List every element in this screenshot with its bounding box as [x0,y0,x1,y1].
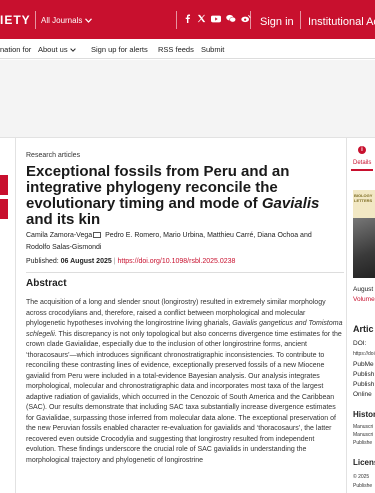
article-title-genus: Gavialis [261,195,320,212]
published-date: 06 August 2025 [60,258,112,265]
author-list: Camila Zamora-Vega Pedro E. Romero, Mario… [26,230,326,254]
all-journals-label: All Journals [41,16,83,25]
history-published: Publishe [353,440,373,446]
nav-item-rss-feeds[interactable]: RSS feeds [158,45,194,54]
doi-link[interactable]: https://doi.org/10.1098/rsbl.2025.0238 [118,258,236,265]
left-panel-accent[interactable] [0,199,8,219]
nav-item-submit[interactable]: Submit [201,45,224,54]
header-divider [176,11,177,29]
journal-cover-image[interactable]: BIOLOGY LETTERS [353,190,375,278]
cover-title: BIOLOGY LETTERS [354,193,373,203]
section-divider [26,272,344,273]
pubmed-label: PubMe [353,361,374,368]
license-heading: Licens [353,458,375,467]
cover-header: BIOLOGY LETTERS [353,190,375,218]
license-published: Publishe [353,483,373,489]
published-print: Publish [353,371,375,378]
facebook-icon[interactable] [183,14,192,23]
header-divider [35,11,36,29]
article-title-text: Exceptional fossils from Peru and an int… [26,163,290,212]
brand-logo-text[interactable]: IETY [0,13,31,27]
twitter-icon[interactable] [197,14,206,23]
manuscript-received: Manuscri [353,424,374,430]
left-side-panel [0,138,16,493]
volume-link[interactable]: Volume [353,296,375,303]
article-title-end: and its kin [26,211,101,228]
article-section-label: Research articles [26,152,81,159]
published-online: Publish [353,381,375,388]
top-header-bar: IETY All Journals Sign in Institutional … [0,0,375,39]
youtube-icon[interactable] [211,15,221,23]
info-icon[interactable]: i [358,146,366,154]
sign-in-link[interactable]: Sign in [260,16,294,28]
all-journals-menu[interactable]: All Journals [41,16,93,25]
social-links [183,14,251,23]
online-issn: Online [353,391,372,398]
cover-photo [353,218,375,278]
left-panel-accent[interactable] [0,175,8,195]
author-link[interactable]: Camila Zamora-Vega [26,232,92,239]
nav-item-about-us[interactable]: About us [38,45,76,54]
nav-item-information-for[interactable]: nation for [0,45,31,54]
nav-item-about-us-label: About us [38,45,68,54]
wechat-icon[interactable] [226,14,236,23]
history-heading: Histor [353,410,375,419]
published-label: Published: [26,258,59,265]
chevron-down-icon [85,18,93,23]
abstract-heading: Abstract [26,278,67,289]
active-tab-indicator [351,169,373,171]
institutional-access-link[interactable]: Institutional Ac [308,16,375,28]
copyright-text: © 2025 [353,474,370,480]
issue-month: August [353,286,374,293]
right-side-panel: i Details BIOLOGY LETTERS August Volume … [346,138,375,493]
header-divider [300,11,301,29]
doi-short-link[interactable]: https://doi [353,351,375,357]
doi-label: DOI: [353,340,367,347]
header-divider [250,11,251,29]
abstract-part2: . This discrepancy is not only topologic… [26,330,342,464]
secondary-nav: nation for About us Sign up for alerts R… [0,39,375,59]
mail-icon[interactable] [93,232,102,239]
article-info-heading: Artic [353,324,374,334]
nav-item-sign-up-alerts[interactable]: Sign up for alerts [91,45,148,54]
tab-details[interactable]: Details [353,160,371,166]
article-title: Exceptional fossils from Peru and an int… [26,164,326,228]
ad-banner-area [0,60,375,138]
chevron-down-icon [69,48,76,52]
publication-info: Published: 06 August 2025 | https://doi.… [26,258,236,265]
abstract-text: The acquisition of a long and slender sn… [26,298,344,466]
manuscript-accepted: Manuscri [353,432,374,438]
